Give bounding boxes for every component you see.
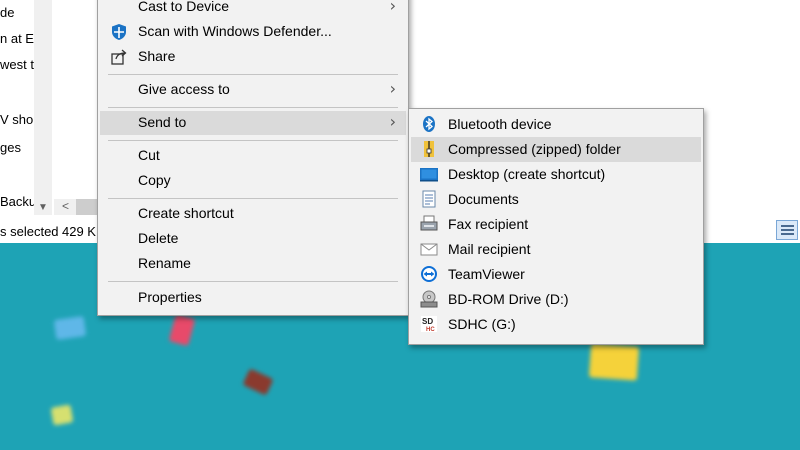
submenu-item-label: TeamViewer — [448, 266, 525, 282]
menu-item-label: Delete — [138, 230, 179, 246]
menu-item-copy[interactable]: Copy — [100, 169, 406, 193]
submenu-item-bd-rom[interactable]: BD-ROM Drive (D:) — [411, 287, 701, 312]
send-to-submenu: Bluetooth device Compressed (zipped) fol… — [408, 108, 704, 345]
submenu-item-compressed-folder[interactable]: Compressed (zipped) folder — [411, 137, 701, 162]
wallpaper-shape — [588, 343, 640, 381]
fax-icon — [420, 215, 438, 233]
menu-item-create-shortcut[interactable]: Create shortcut — [100, 202, 406, 226]
file-item[interactable]: west t — [0, 57, 34, 72]
submenu-item-documents[interactable]: Documents — [411, 187, 701, 212]
submenu-item-label: Fax recipient — [448, 216, 529, 232]
status-selected-text: s selected — [0, 224, 59, 239]
teamviewer-icon — [420, 265, 438, 283]
menu-separator — [108, 107, 398, 108]
menu-item-label: Copy — [138, 172, 171, 188]
bluetooth-icon — [420, 115, 438, 133]
share-icon — [110, 48, 128, 66]
file-item[interactable]: de — [0, 5, 14, 20]
submenu-item-label: BD-ROM Drive (D:) — [448, 291, 569, 307]
file-item[interactable]: Backu — [0, 194, 36, 209]
context-menu: Cast to Device › Scan with Windows Defen… — [97, 0, 409, 316]
menu-item-label: Scan with Windows Defender... — [138, 23, 332, 39]
submenu-item-desktop[interactable]: Desktop (create shortcut) — [411, 162, 701, 187]
chevron-right-icon: › — [389, 79, 396, 98]
documents-icon — [420, 190, 438, 208]
menu-item-give-access[interactable]: Give access to › — [100, 78, 406, 102]
menu-item-delete[interactable]: Delete — [100, 227, 406, 251]
menu-item-label: Properties — [138, 289, 202, 305]
menu-item-label: Give access to — [138, 81, 230, 97]
submenu-item-bluetooth[interactable]: Bluetooth device — [411, 112, 701, 137]
scroll-left-icon[interactable]: < — [62, 199, 69, 213]
scroll-down-icon[interactable]: ▼ — [38, 202, 48, 213]
defender-shield-icon — [110, 23, 128, 41]
menu-item-properties[interactable]: Properties — [100, 286, 406, 310]
details-view-icon[interactable] — [776, 220, 798, 240]
menu-item-label: Cut — [138, 147, 160, 163]
submenu-item-label: Compressed (zipped) folder — [448, 141, 621, 157]
menu-separator — [108, 281, 398, 282]
vertical-scrollbar[interactable]: ▼ — [34, 0, 52, 215]
sd-card-icon: SD HC — [420, 315, 438, 333]
chevron-right-icon: › — [389, 0, 396, 15]
submenu-item-label: Bluetooth device — [448, 116, 552, 132]
menu-separator — [108, 74, 398, 75]
disc-drive-icon — [420, 290, 438, 308]
submenu-item-mail[interactable]: Mail recipient — [411, 237, 701, 262]
submenu-item-label: SDHC (G:) — [448, 316, 516, 332]
file-item[interactable]: V sho — [0, 112, 33, 127]
wallpaper-shape — [242, 368, 274, 396]
menu-item-send-to[interactable]: Send to › — [100, 111, 406, 135]
menu-item-label: Create shortcut — [138, 205, 234, 221]
wallpaper-shape — [53, 316, 87, 340]
desktop-icon — [420, 165, 438, 183]
file-item[interactable]: ges — [0, 140, 21, 155]
wallpaper-shape — [50, 404, 74, 426]
menu-item-label: Cast to Device — [138, 0, 230, 14]
submenu-item-label: Mail recipient — [448, 241, 531, 257]
submenu-item-label: Desktop (create shortcut) — [448, 166, 606, 182]
menu-item-label: Share — [138, 48, 176, 64]
chevron-right-icon: › — [389, 112, 396, 131]
mail-icon — [420, 240, 438, 258]
menu-separator — [108, 198, 398, 199]
wallpaper-shape — [168, 313, 196, 347]
svg-text:SD: SD — [422, 317, 433, 326]
menu-item-cut[interactable]: Cut — [100, 144, 406, 168]
menu-item-label: Send to — [138, 114, 187, 130]
svg-text:HC: HC — [426, 327, 435, 333]
menu-item-share[interactable]: Share — [100, 45, 406, 69]
submenu-item-label: Documents — [448, 191, 519, 207]
menu-item-scan-defender[interactable]: Scan with Windows Defender... — [100, 20, 406, 44]
submenu-item-fax[interactable]: Fax recipient — [411, 212, 701, 237]
menu-item-rename[interactable]: Rename — [100, 252, 406, 276]
menu-item-cast-to-device[interactable]: Cast to Device › — [100, 0, 406, 19]
zip-folder-icon — [420, 140, 438, 158]
submenu-item-teamviewer[interactable]: TeamViewer — [411, 262, 701, 287]
menu-item-label: Rename — [138, 255, 191, 271]
menu-separator — [108, 140, 398, 141]
submenu-item-sdhc[interactable]: SD HC SDHC (G:) — [411, 312, 701, 337]
